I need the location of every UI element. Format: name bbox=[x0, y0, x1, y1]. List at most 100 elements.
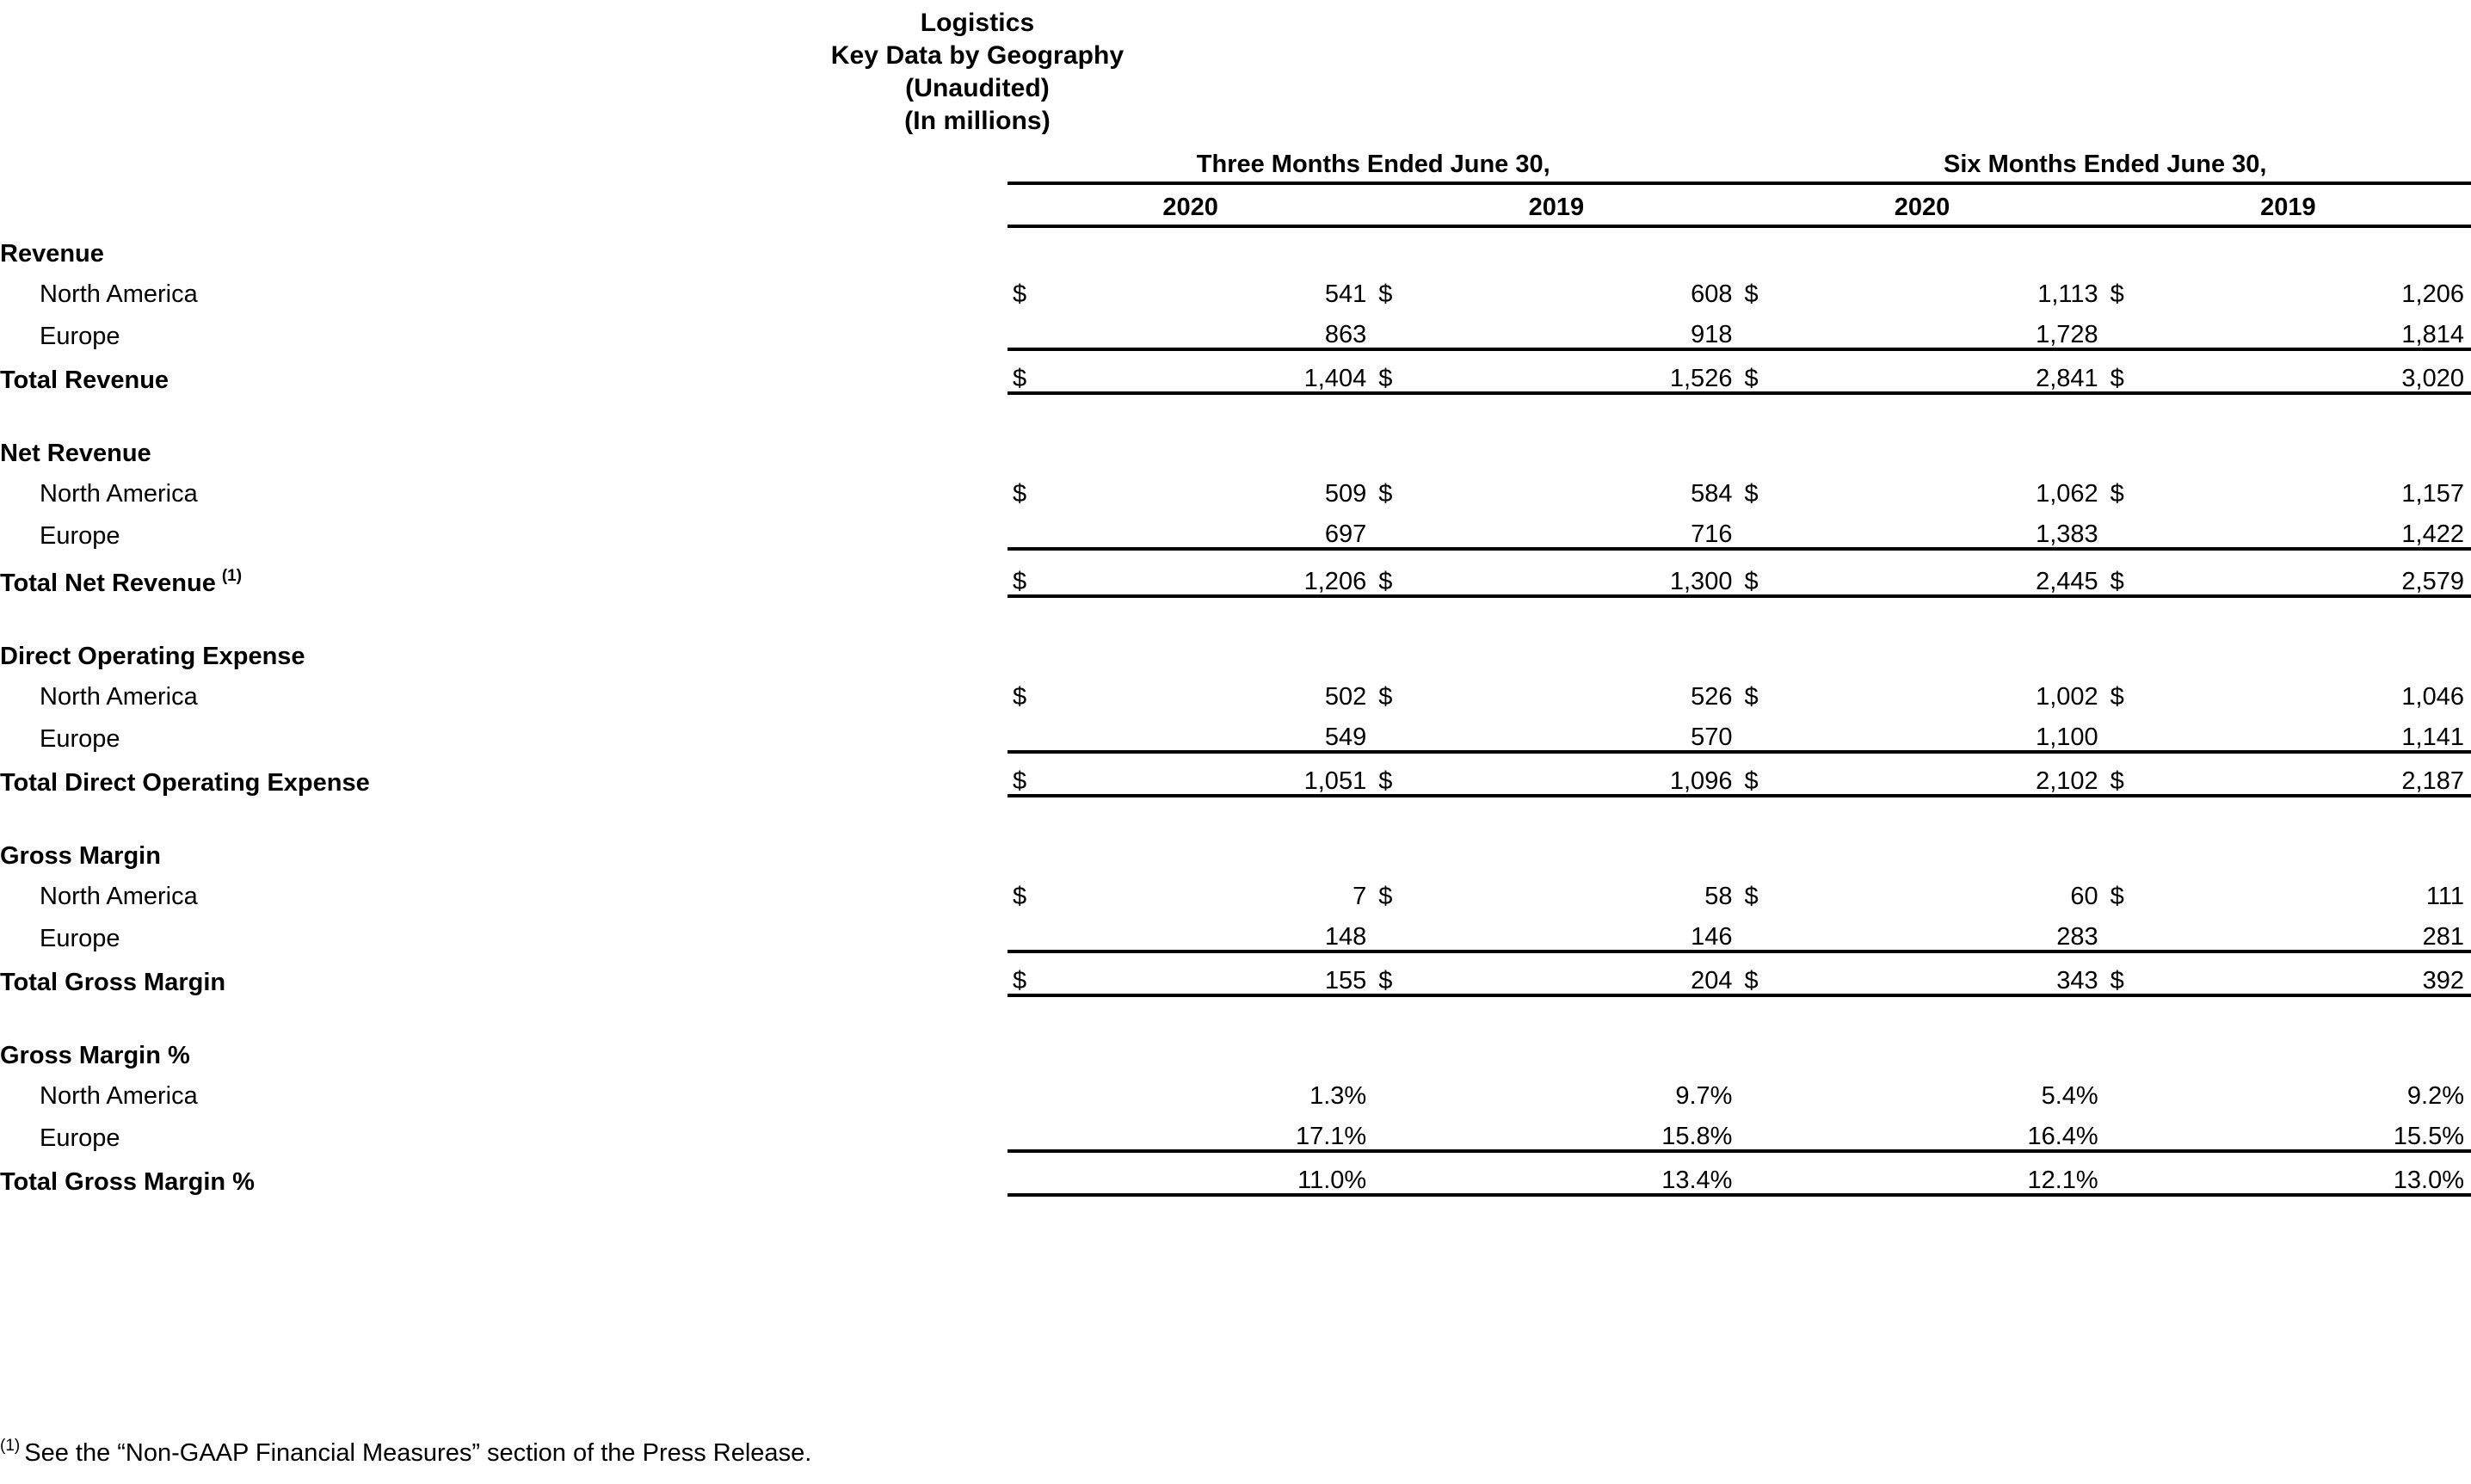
currency-symbol-gross-margin-pct-r0-col3 bbox=[1739, 1068, 1790, 1109]
currency-symbol-net-revenue-r0-col3: $ bbox=[1744, 480, 1759, 508]
value-direct-operating-expense-r0-col3: 1,002 bbox=[2036, 683, 2098, 711]
currency-symbol-direct-operating-expense-total-col4: $ bbox=[2104, 752, 2157, 797]
currency-symbol-revenue-r1-col3 bbox=[1739, 307, 1791, 351]
currency-symbol-gross-margin-pct-total-col2 bbox=[1373, 1151, 1426, 1197]
blank-cell-gross-margin-pct bbox=[1373, 1028, 1425, 1068]
total-label-direct-operating-expense: Total Direct Operating Expense bbox=[0, 769, 370, 797]
currency-symbol-gross-margin-r1-col3 bbox=[1739, 909, 1791, 953]
value-gross-margin-r0-col4: 111 bbox=[2425, 883, 2464, 910]
value-revenue-total-col4: 3,020 bbox=[2156, 349, 2471, 395]
row-label-gross-margin-pct-0: North America bbox=[40, 1082, 198, 1110]
row-label-gross-margin-1: Europe bbox=[40, 925, 120, 952]
blank-cell-gross-margin bbox=[1008, 828, 1059, 869]
header-years-blank bbox=[0, 183, 1008, 226]
value-gross-margin-total-col1: 155 bbox=[1058, 951, 1374, 997]
total-label-gross-margin-pct: Total Gross Margin % bbox=[0, 1168, 255, 1196]
footnote: (1) See the “Non-GAAP Financial Measures”… bbox=[0, 1432, 811, 1468]
value-net-revenue-r1-col2: 716 bbox=[1425, 507, 1740, 551]
blank-cell-direct-operating-expense bbox=[1008, 629, 1059, 669]
value-direct-operating-expense-total-col3: 2,102 bbox=[1790, 752, 2105, 797]
value-revenue-r0-col4: 1,206 bbox=[2401, 280, 2464, 308]
value-direct-operating-expense-total-col4: 2,187 bbox=[2156, 752, 2471, 797]
value-gross-margin-pct-r1-col3: 16.4% bbox=[1790, 1109, 2105, 1153]
currency-symbol-revenue-r0-col3: $ bbox=[1744, 280, 1759, 308]
total-label-revenue: Total Revenue bbox=[0, 366, 169, 394]
blank-cell-direct-operating-expense bbox=[1790, 629, 2104, 669]
value-net-revenue-r0-col2: 584 bbox=[1691, 480, 1733, 508]
blank-cell-net-revenue bbox=[1739, 426, 1790, 466]
value-gross-margin-pct-r1-col2: 15.8% bbox=[1425, 1109, 1740, 1153]
value-gross-margin-pct-r1-col1: 17.1% bbox=[1058, 1109, 1374, 1153]
currency-symbol-direct-operating-expense-r0-col3: $ bbox=[1744, 683, 1759, 711]
section-heading-direct-operating-expense: Direct Operating Expense bbox=[0, 643, 305, 670]
value-gross-margin-total-col3: 343 bbox=[1790, 951, 2105, 997]
value-net-revenue-r1-col1: 697 bbox=[1058, 507, 1374, 551]
value-gross-margin-r1-col3: 283 bbox=[1790, 909, 2105, 953]
header-year-six-months-2020: 2020 bbox=[1739, 183, 2105, 228]
header-row-years: 2020 2019 2020 2019 bbox=[0, 183, 2471, 228]
blank-cell-gross-margin bbox=[1739, 828, 1790, 869]
value-gross-margin-r1-col4: 281 bbox=[2156, 909, 2471, 953]
header-group-three-months: Three Months Ended June 30, bbox=[1007, 151, 1740, 185]
total-label-net-revenue: Total Net Revenue (1) bbox=[0, 567, 243, 597]
header-year-three-months-2019: 2019 bbox=[1373, 183, 1740, 228]
blank-cell-net-revenue bbox=[1373, 426, 1425, 466]
currency-symbol-direct-operating-expense-r1-col3 bbox=[1739, 710, 1791, 754]
value-revenue-r1-col3: 1,728 bbox=[1790, 307, 2105, 351]
blank-cell-gross-margin bbox=[2157, 828, 2471, 869]
currency-symbol-net-revenue-r1-col1 bbox=[1007, 507, 1059, 551]
currency-symbol-direct-operating-expense-r1-col2 bbox=[1373, 710, 1426, 754]
table-row: Europe 863 918 1,728 1,814 bbox=[0, 307, 2471, 351]
row-label-net-revenue-0: North America bbox=[40, 480, 198, 508]
header-group-six-months: Six Months Ended June 30, bbox=[1739, 151, 2471, 185]
blank-cell-net-revenue bbox=[1790, 426, 2104, 466]
financial-table-page: Logistics Key Data by Geography (Unaudit… bbox=[0, 0, 2471, 1484]
section-heading-gross-margin: Gross Margin bbox=[0, 842, 161, 870]
blank-cell-net-revenue bbox=[2105, 426, 2157, 466]
currency-symbol-direct-operating-expense-total-col2: $ bbox=[1373, 752, 1426, 797]
currency-symbol-gross-margin-pct-r0-col4 bbox=[2105, 1068, 2157, 1109]
value-gross-margin-pct-r0-col4: 9.2% bbox=[2406, 1082, 2464, 1110]
value-direct-operating-expense-r0-col4: 1,046 bbox=[2401, 683, 2464, 711]
table-row: North America $7 $58 $60 $111 bbox=[0, 869, 2471, 909]
value-net-revenue-r1-col4: 1,422 bbox=[2156, 507, 2471, 551]
value-net-revenue-total-col3: 2,445 bbox=[1790, 549, 2105, 598]
section-heading-gross-margin-pct: Gross Margin % bbox=[0, 1042, 190, 1069]
currency-symbol-gross-margin-r1-col4 bbox=[2104, 909, 2157, 953]
currency-symbol-gross-margin-r0-col2: $ bbox=[1378, 883, 1393, 910]
blank-cell-direct-operating-expense bbox=[1739, 629, 1790, 669]
row-label-revenue-1: Europe bbox=[40, 323, 120, 350]
currency-symbol-gross-margin-pct-r1-col3 bbox=[1739, 1109, 1791, 1153]
value-revenue-total-col3: 2,841 bbox=[1790, 349, 2105, 395]
blank-cell-revenue bbox=[1790, 226, 2104, 267]
currency-symbol-gross-margin-total-col2: $ bbox=[1373, 951, 1426, 997]
value-gross-margin-pct-r0-col3: 5.4% bbox=[2041, 1082, 2098, 1110]
currency-symbol-revenue-r0-col2: $ bbox=[1378, 280, 1393, 308]
value-direct-operating-expense-r0-col1: 502 bbox=[1324, 683, 1367, 711]
value-gross-margin-pct-total-col4: 13.0% bbox=[2156, 1151, 2471, 1197]
value-revenue-r1-col2: 918 bbox=[1425, 307, 1740, 351]
value-net-revenue-total-col4: 2,579 bbox=[2156, 549, 2471, 598]
currency-symbol-gross-margin-pct-total-col1 bbox=[1007, 1151, 1059, 1197]
value-revenue-r0-col3: 1,113 bbox=[2037, 280, 2098, 308]
currency-symbol-revenue-total-col3: $ bbox=[1739, 349, 1791, 395]
currency-symbol-net-revenue-r0-col1: $ bbox=[1012, 480, 1027, 508]
currency-symbol-gross-margin-total-col4: $ bbox=[2104, 951, 2157, 997]
title-line-subject: Key Data by Geography bbox=[830, 41, 1125, 70]
spacer-cell bbox=[0, 596, 2471, 629]
title-line-audit-status: (Unaudited) bbox=[905, 74, 1050, 102]
blank-cell-revenue bbox=[1008, 226, 1059, 267]
blank-cell-gross-margin-pct bbox=[2157, 1028, 2471, 1068]
blank-cell-gross-margin-pct bbox=[1790, 1028, 2104, 1068]
currency-symbol-net-revenue-total-col1: $ bbox=[1007, 549, 1059, 598]
blank-cell-gross-margin-pct bbox=[1739, 1028, 1790, 1068]
total-label-gross-margin: Total Gross Margin bbox=[0, 969, 226, 996]
value-direct-operating-expense-r1-col2: 570 bbox=[1425, 710, 1740, 754]
currency-symbol-gross-margin-total-col1: $ bbox=[1007, 951, 1059, 997]
value-net-revenue-r0-col1: 509 bbox=[1324, 480, 1367, 508]
row-label-net-revenue-1: Europe bbox=[40, 522, 120, 550]
value-gross-margin-pct-total-col3: 12.1% bbox=[1790, 1151, 2105, 1197]
value-net-revenue-r1-col3: 1,383 bbox=[1790, 507, 2105, 551]
blank-cell-gross-margin-pct bbox=[1059, 1028, 1373, 1068]
section-heading-net-revenue: Net Revenue bbox=[0, 440, 151, 467]
